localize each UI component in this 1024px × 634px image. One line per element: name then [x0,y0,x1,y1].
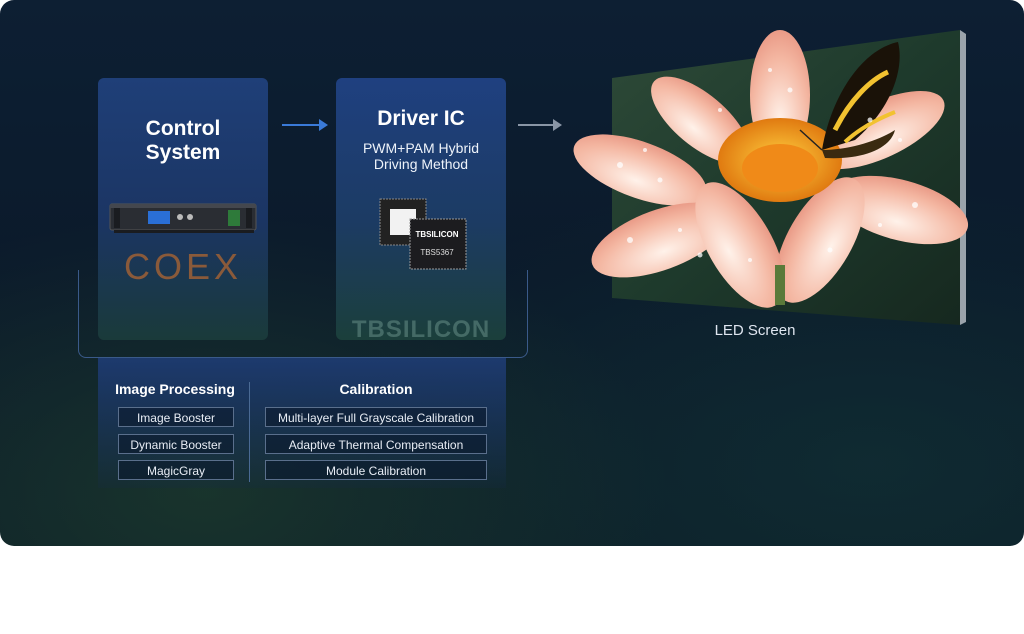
led-screen-image [573,30,969,325]
led-screen-label: LED Screen [714,322,796,339]
diagram-panel: Control System COEX Driver IC PWM+PAM Hy… [0,0,1024,546]
